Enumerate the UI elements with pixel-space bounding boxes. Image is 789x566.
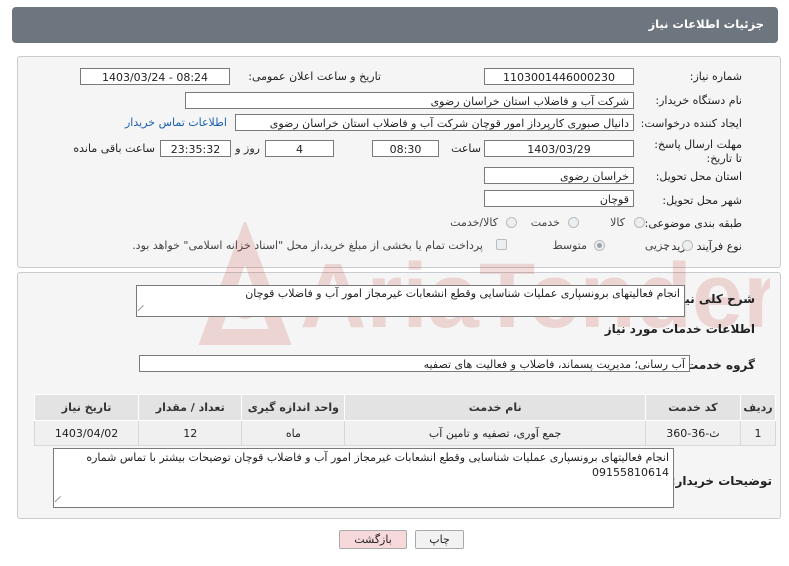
creator-field[interactable]: دانیال صبوری کارپرداز امور قوچان شرکت آب… <box>235 114 634 131</box>
deadline-label-text: مهلت ارسال پاسخ: تا تاریخ: <box>654 138 742 165</box>
col-date-header: تاریخ نیاز <box>33 394 140 421</box>
col-name-header: نام خدمت <box>344 394 646 421</box>
col-qty-header: تعداد / مقدار <box>138 394 243 421</box>
deadline-label: مهلت ارسال پاسخ: تا تاریخ: <box>650 138 742 166</box>
services-table: ردیف کد خدمت نام خدمت واحد اندازه گیری ت… <box>33 394 777 446</box>
city-label: شهر محل تحویل: <box>662 194 742 207</box>
cell-unit: ماه <box>241 420 346 446</box>
category-goods-label: کالا <box>610 216 625 229</box>
buyer-org-field[interactable]: شرکت آب و فاضلاب استان خراسان رضوی <box>185 92 634 109</box>
category-service-radio[interactable] <box>568 217 579 228</box>
deadline-time-field[interactable]: 08:30 <box>372 140 439 157</box>
remaining-time-field[interactable]: 23:35:32 <box>160 140 231 157</box>
services-table-header: ردیف کد خدمت نام خدمت واحد اندازه گیری ت… <box>33 394 777 421</box>
table-row[interactable]: 1 ث-36-360 جمع آوری، تصفیه و تامین آب ما… <box>33 420 777 446</box>
announce-datetime-field[interactable]: 1403/03/24 - 08:24 <box>80 68 230 85</box>
remaining-time-label: ساعت باقی مانده <box>73 142 155 155</box>
process-medium-label: متوسط <box>552 239 587 252</box>
treasury-payment-checkbox[interactable] <box>496 239 507 250</box>
category-goods-service-label: کالا/خدمت <box>450 216 498 229</box>
need-number-field[interactable]: 1103001446000230 <box>484 68 634 85</box>
process-minor-label: جزیی <box>644 239 670 252</box>
col-code-header: کد خدمت <box>644 394 741 421</box>
cell-qty: 12 <box>138 420 243 446</box>
services-title: اطلاعات خدمات مورد نیاز <box>604 322 755 336</box>
page-title: جزئیات اطلاعات نیاز <box>648 17 764 31</box>
need-number-label: شماره نیاز: <box>689 70 742 83</box>
province-label: استان محل تحویل: <box>655 170 742 183</box>
service-group-field[interactable]: آب رسانی؛ مدیریت پسماند، فاضلاب و فعالیت… <box>139 355 690 372</box>
days-label: روز و <box>235 142 260 155</box>
province-field[interactable]: خراسان رضوی <box>484 167 634 184</box>
buyer-notes-text: انجام فعالیتهای برونسپاری عملیات شناسایی… <box>86 451 669 479</box>
process-medium-radio[interactable] <box>594 240 605 251</box>
category-label: طبقه بندی موضوعی: <box>644 217 742 230</box>
service-group-label: گروه خدمت: <box>681 358 755 372</box>
summary-textarea[interactable]: انجام فعالیتهای برونسپاری عملیات شناسایی… <box>136 285 685 318</box>
resize-grip-icon <box>137 304 150 318</box>
process-minor-radio[interactable] <box>682 240 693 251</box>
deadline-time-label: ساعت <box>451 142 481 155</box>
buyer-notes-textarea[interactable]: انجام فعالیتهای برونسپاری عملیات شناسایی… <box>53 448 674 509</box>
col-unit-header: واحد اندازه گیری <box>241 394 346 421</box>
days-remaining-field[interactable]: 4 <box>265 140 334 157</box>
buyer-contact-link[interactable]: اطلاعات تماس خریدار <box>125 116 227 129</box>
process-type-label: نوع فرآیند خرید : <box>664 240 742 253</box>
cell-name: جمع آوری، تصفیه و تامین آب <box>344 420 646 446</box>
category-service-label: خدمت <box>530 216 560 229</box>
announce-datetime-label: تاریخ و ساعت اعلان عمومی: <box>248 70 381 83</box>
category-goods-radio[interactable] <box>634 217 645 228</box>
resize-grip-icon <box>54 495 67 509</box>
treasury-payment-note: پرداخت تمام یا بخشی از مبلغ خرید،از محل … <box>132 239 483 252</box>
buyer-notes-label: توضیحات خریدار: <box>670 474 772 488</box>
back-button[interactable]: بازگشت <box>339 530 407 549</box>
creator-label: ایجاد کننده درخواست: <box>640 117 742 130</box>
summary-text: انجام فعالیتهای برونسپاری عملیات شناسایی… <box>245 287 680 300</box>
buyer-org-label: نام دستگاه خریدار: <box>655 94 742 107</box>
cell-code: ث-36-360 <box>644 420 741 446</box>
page-header: جزئیات اطلاعات نیاز <box>12 7 778 43</box>
print-button[interactable]: چاپ <box>415 530 464 549</box>
cell-date: 1403/04/02 <box>33 420 140 446</box>
cell-row: 1 <box>739 420 777 446</box>
category-goods-service-radio[interactable] <box>506 217 517 228</box>
city-field[interactable]: قوچان <box>484 190 634 207</box>
col-row-header: ردیف <box>739 394 777 421</box>
deadline-date-field[interactable]: 1403/03/29 <box>484 140 634 157</box>
